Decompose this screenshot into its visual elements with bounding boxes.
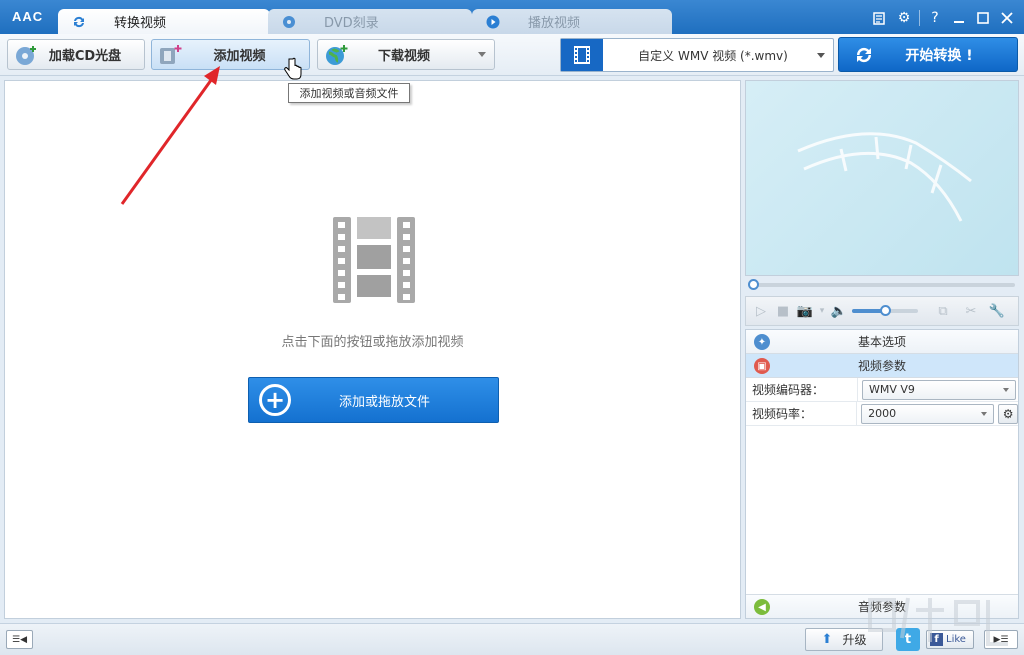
format-selected-value: 自定义 WMV 视频 (*.wmv)	[638, 48, 788, 63]
basic-options-header[interactable]: ✦ 基本选项	[746, 330, 1018, 354]
load-cd-button[interactable]: 加载CD光盘	[7, 39, 145, 70]
audio-params-label: 音频参数	[857, 600, 906, 614]
cd-icon	[14, 44, 38, 66]
tab-dvd-burn[interactable]: DVD刻录	[268, 9, 472, 34]
snapshot-folder-icon[interactable]: ⧉	[934, 302, 952, 320]
chevron-down-icon[interactable]	[1003, 387, 1009, 392]
facebook-like-button[interactable]: f Like	[926, 630, 974, 649]
maximize-icon[interactable]	[974, 9, 992, 27]
start-convert-button[interactable]: 开始转换 !	[838, 37, 1018, 72]
volume-icon[interactable]: 🔈	[830, 302, 848, 320]
chevron-down-icon[interactable]	[478, 52, 486, 57]
app-logo: AAC	[12, 9, 44, 24]
help-icon[interactable]: ?	[926, 9, 944, 27]
title-bar: AAC 转换视频 DVD刻录 播放视频 ⚙ ?	[0, 0, 1024, 34]
film-icon	[561, 39, 603, 71]
chevron-down-icon[interactable]: ▾	[818, 302, 826, 320]
app-window: AAC 转换视频 DVD刻录 播放视频 ⚙ ? 加载CD光盘 添加视频 下载视频…	[0, 0, 1024, 655]
upgrade-button[interactable]: ⬆ 升级	[805, 628, 883, 651]
play-icon	[486, 15, 500, 29]
settings-panel: ✦ 基本选项 ▣ 视频参数 视频编码器： WMV V9 视频码率： 2000 ⚙…	[745, 329, 1019, 619]
separator	[919, 10, 920, 26]
video-bitrate-value: 2000	[868, 407, 897, 420]
tab-label: 转换视频	[114, 16, 167, 31]
output-format-select[interactable]: 自定义 WMV 视频 (*.wmv)	[560, 38, 834, 72]
convert-icon	[72, 15, 86, 29]
video-params-header[interactable]: ▣ 视频参数	[746, 354, 1018, 378]
start-convert-label: 开始转换 !	[905, 47, 973, 64]
upgrade-label: 升级	[842, 633, 867, 647]
download-video-button[interactable]: 下载视频	[317, 39, 495, 70]
volume-slider[interactable]	[852, 302, 920, 320]
play-icon[interactable]: ▷	[752, 302, 770, 320]
add-or-drop-label: 添加或拖放文件	[338, 394, 430, 410]
seek-slider[interactable]	[745, 278, 1019, 292]
dvd-icon	[282, 15, 296, 29]
video-preview	[745, 80, 1019, 276]
tab-label: 播放视频	[528, 16, 581, 31]
empty-hint-text: 点击下面的按钮或拖放添加视频	[281, 335, 464, 350]
globe-download-icon	[324, 44, 348, 66]
chevron-down-icon[interactable]	[981, 411, 988, 416]
twitter-icon[interactable]: t	[896, 628, 920, 651]
tab-label: DVD刻录	[324, 16, 379, 31]
seek-handle[interactable]	[748, 279, 759, 290]
window-controls: ⚙ ?	[871, 9, 1016, 27]
stop-icon[interactable]: ■	[774, 302, 792, 320]
video-params-label: 视频参数	[857, 359, 906, 373]
seek-track	[751, 283, 1015, 287]
minimize-icon[interactable]	[950, 9, 968, 27]
volume-handle[interactable]	[880, 305, 891, 316]
plus-circle-icon: +	[259, 384, 291, 416]
toggle-list-button[interactable]: ☰◀	[6, 630, 33, 649]
film-preview-graphic	[797, 132, 972, 222]
video-bitrate-label: 视频码率：	[746, 402, 858, 425]
player-controls: ▷ ■ 📷 ▾ 🔈 ⧉ ✂ 🔧	[745, 296, 1019, 326]
wrench-icon: ✦	[754, 334, 770, 350]
close-icon[interactable]	[998, 9, 1016, 27]
hand-cursor-icon	[284, 57, 302, 80]
bitrate-settings-gear-icon[interactable]: ⚙	[998, 403, 1018, 424]
camera-icon[interactable]: 📷	[796, 302, 814, 320]
cut-icon[interactable]: ✂	[962, 302, 980, 320]
video-encoder-value: WMV V9	[869, 383, 915, 396]
tooltip: 添加视频或音频文件	[288, 83, 410, 103]
video-bitrate-select[interactable]: 2000	[861, 403, 995, 424]
video-encoder-select[interactable]: WMV V9	[862, 379, 1016, 400]
film-add-icon	[158, 44, 182, 66]
toggle-panel-button[interactable]: ▶☰	[984, 630, 1018, 649]
tab-convert-video[interactable]: 转换视频	[58, 9, 270, 34]
basic-options-label: 基本选项	[857, 335, 906, 349]
film-strip-icon	[333, 217, 415, 303]
tools-icon[interactable]: 🔧	[988, 302, 1006, 320]
file-list-panel[interactable]: 点击下面的按钮或拖放添加视频 + 添加或拖放文件	[4, 80, 741, 619]
video-encoder-row: 视频编码器： WMV V9	[746, 378, 1018, 402]
upload-arrow-icon: ⬆	[821, 632, 833, 647]
like-label: Like	[946, 634, 966, 645]
refresh-icon	[847, 38, 881, 72]
film-icon: ▣	[754, 358, 770, 374]
chevron-down-icon[interactable]	[817, 53, 825, 58]
register-icon[interactable]	[871, 9, 889, 27]
tab-play-video[interactable]: 播放视频	[472, 9, 672, 34]
status-bar: ☰◀ ⬆ 升级 t f Like ▶☰	[0, 623, 1024, 655]
audio-params-header[interactable]: ◀ 音频参数	[746, 594, 1018, 618]
add-or-drop-files-button[interactable]: + 添加或拖放文件	[248, 377, 499, 423]
video-encoder-label: 视频编码器：	[746, 378, 858, 401]
speaker-icon: ◀	[754, 599, 770, 615]
facebook-icon: f	[930, 633, 943, 646]
video-bitrate-row: 视频码率： 2000 ⚙	[746, 402, 1018, 426]
settings-gear-icon[interactable]: ⚙	[895, 9, 913, 27]
